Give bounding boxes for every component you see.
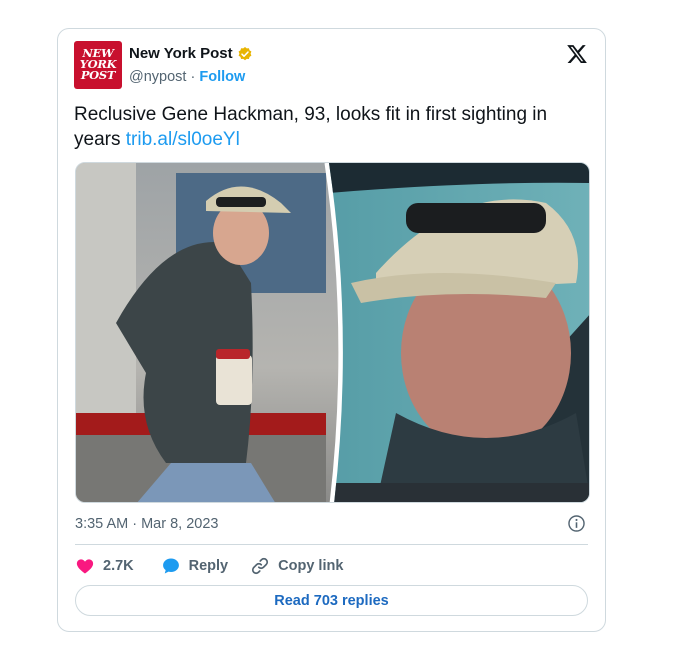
- follow-button[interactable]: Follow: [199, 69, 245, 85]
- like-button[interactable]: 2.7K: [75, 556, 134, 576]
- verified-badge-icon: [238, 46, 252, 60]
- logo-line-3: POST: [80, 68, 116, 82]
- reply-icon: [162, 558, 179, 574]
- account-name-row[interactable]: New York Post: [129, 45, 253, 62]
- copy-link-button[interactable]: Copy link: [250, 556, 343, 576]
- account-handle[interactable]: @nypost: [129, 69, 186, 85]
- x-logo-icon[interactable]: [566, 43, 588, 65]
- avatar[interactable]: NEW YORK POST: [74, 41, 122, 89]
- photo-collage: [76, 163, 589, 502]
- link-icon: [252, 557, 269, 575]
- handle-row: @nypost · Follow: [129, 69, 245, 85]
- separator: ·: [190, 69, 196, 85]
- divider: [75, 544, 588, 545]
- tweet-card: NEW YORK POST New York Post @nypost · Fo…: [57, 28, 606, 632]
- action-bar: 2.7K Reply Copy link: [75, 555, 343, 577]
- tweet-text: Reclusive Gene Hackman, 93, looks fit in…: [74, 102, 584, 152]
- like-count: 2.7K: [103, 558, 134, 574]
- heart-icon: [76, 559, 94, 574]
- copy-link-label: Copy link: [278, 558, 344, 574]
- reply-button[interactable]: Reply: [161, 556, 229, 576]
- tweet-link[interactable]: trib.al/sl0oeYl: [126, 129, 240, 150]
- account-name[interactable]: New York Post: [129, 45, 233, 62]
- tweet-timestamp[interactable]: 3:35 AM · Mar 8, 2023: [75, 516, 218, 532]
- reply-label: Reply: [188, 558, 229, 574]
- info-icon[interactable]: [567, 514, 586, 533]
- read-replies-button[interactable]: Read 703 replies: [75, 585, 588, 616]
- tweet-media[interactable]: [75, 162, 590, 503]
